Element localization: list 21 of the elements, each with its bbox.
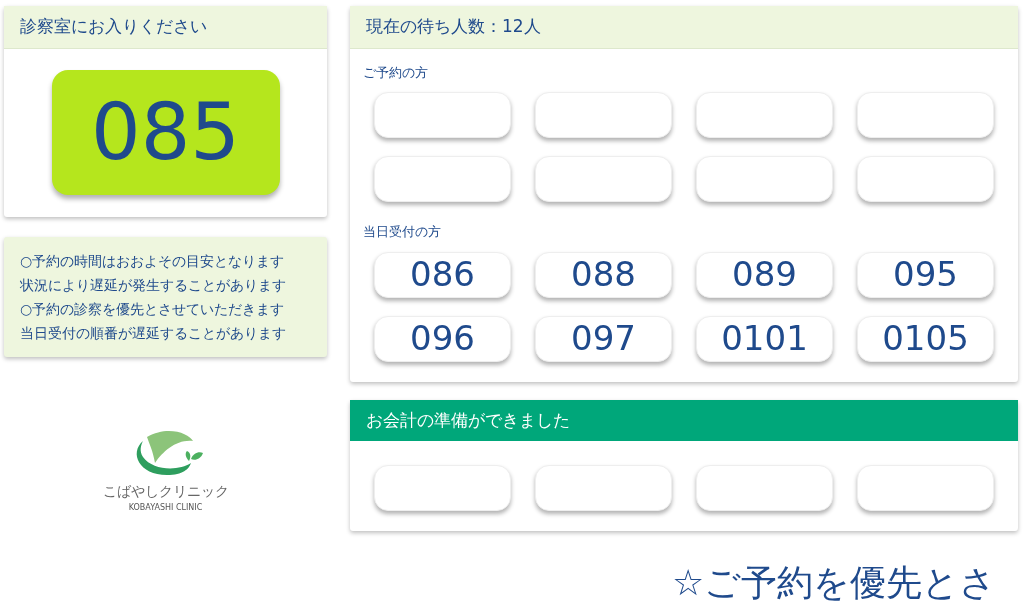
panel-title: お会計の準備ができました — [350, 399, 1018, 441]
called-number: 085 — [51, 69, 280, 195]
note-line: 状況により遅延が発生することがあります — [20, 275, 287, 295]
note-line: ○予約の時間はおおよその目安となります — [20, 251, 286, 271]
ticket-number: 0101 — [696, 315, 833, 362]
ticker-text: ☆ご予約を優先とさ — [671, 565, 998, 601]
note-line: ○予約の診察を優先とさせていただきます — [20, 299, 286, 319]
section-label: ご予約の方 — [362, 63, 429, 82]
clinic-name: こばやしクリニック — [102, 481, 229, 501]
ticket-number: 095 — [857, 251, 994, 298]
ticket-number: 097 — [535, 315, 672, 362]
ticket-number: 089 — [696, 251, 833, 298]
panel-title: 現在の待ち人数：12人 — [350, 6, 1018, 49]
section-label: 当日受付の方 — [362, 223, 442, 241]
ticket-number: 0105 — [857, 315, 994, 362]
ticket-number: 096 — [374, 315, 511, 362]
panel-title: 診察室にお入りください — [4, 6, 327, 49]
ticket-number: 088 — [535, 251, 672, 298]
ticket-number: 086 — [374, 251, 511, 298]
note-line: 当日受付の順番が遅延することがあります — [20, 323, 287, 343]
clinic-name-english: KOBAYASHI CLINIC — [128, 501, 203, 514]
